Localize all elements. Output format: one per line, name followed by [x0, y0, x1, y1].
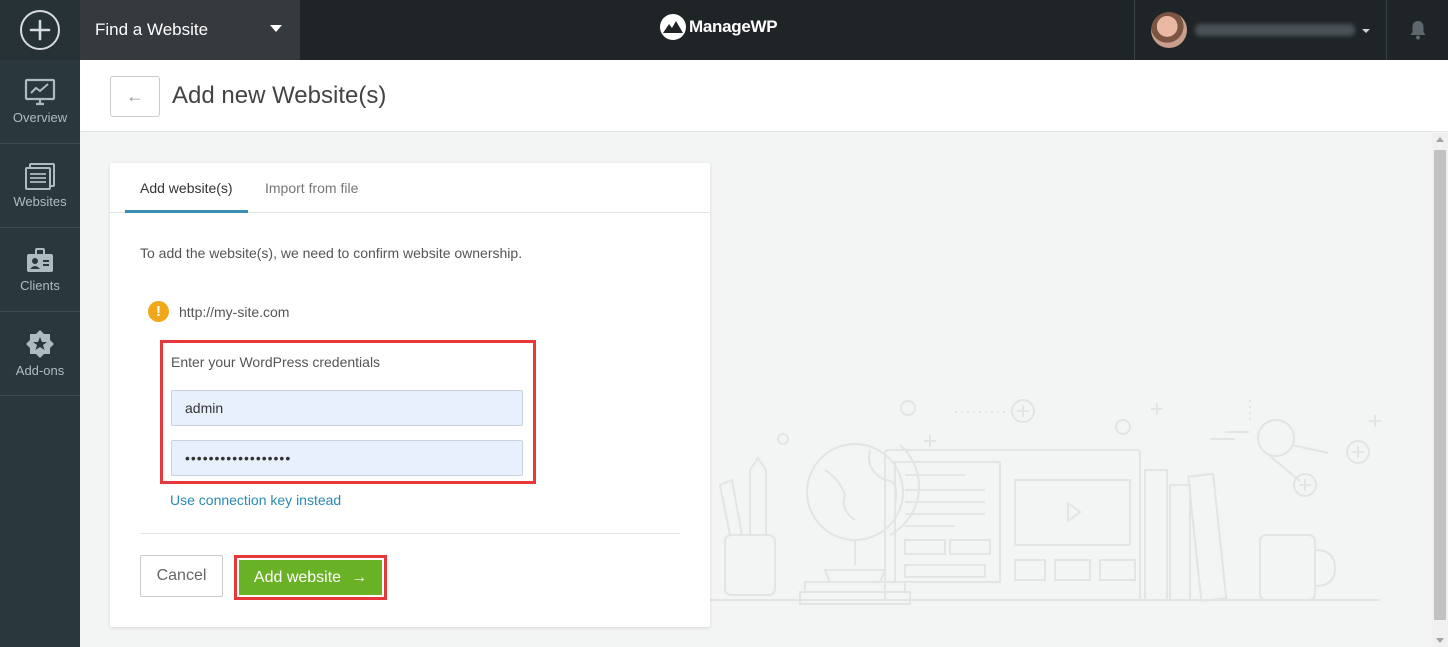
add-website-button[interactable]: Add website → [239, 560, 382, 595]
add-website-card: Add website(s) Import from file To add t… [110, 163, 710, 627]
websites-icon [25, 163, 55, 190]
sidebar-item-label: Clients [20, 278, 60, 293]
tab-add-websites[interactable]: Add website(s) [125, 163, 248, 213]
managewp-logo-icon [660, 14, 686, 40]
add-website-label: Add website [253, 568, 342, 586]
page-title: Add new Website(s) [172, 82, 387, 109]
add-new-button[interactable] [0, 0, 80, 60]
back-arrow-icon: ← [126, 86, 144, 106]
credentials-highlight: Enter your WordPress credentials [160, 340, 536, 484]
site-url: http://my-site.com [179, 303, 290, 320]
office-illustration [639, 399, 1381, 605]
sidebar-item-addons[interactable]: Add-ons [0, 312, 80, 396]
tab-import-from-file[interactable]: Import from file [250, 163, 373, 213]
site-row: ! http://my-site.com [148, 301, 289, 322]
scroll-down-arrow-icon[interactable] [1436, 638, 1444, 643]
plus-icon [20, 10, 60, 50]
user-menu[interactable] [1134, 0, 1386, 60]
sidebar-item-overview[interactable]: Overview [0, 60, 80, 144]
tab-bar: Add website(s) Import from file [110, 163, 710, 213]
website-selector[interactable]: Find a Website [80, 0, 300, 60]
top-bar: Find a Website ManageWP [0, 0, 1448, 60]
add-website-highlight: Add website → [234, 555, 387, 600]
user-name-blurred [1195, 24, 1355, 36]
clients-icon [27, 248, 53, 272]
back-button[interactable]: ← [110, 76, 160, 117]
sidebar-item-label: Overview [12, 110, 68, 125]
page-header: ← Add new Website(s) [80, 60, 1448, 132]
credentials-label: Enter your WordPress credentials [171, 354, 381, 370]
intro-text: To add the website(s), we need to confir… [140, 245, 523, 261]
caret-down-icon [1362, 29, 1370, 33]
warning-icon: ! [148, 301, 169, 322]
sidebar-item-label: Add-ons [15, 363, 65, 378]
sidebar-item-clients[interactable]: Clients [0, 228, 80, 312]
divider [140, 533, 680, 534]
caret-down-icon [270, 25, 282, 32]
arrow-right-icon: → [351, 568, 368, 586]
brand-name: ManageWP [689, 17, 778, 36]
use-connection-key-link[interactable]: Use connection key instead [170, 492, 341, 508]
avatar [1151, 12, 1187, 48]
addons-star-icon [26, 330, 54, 358]
chart-monitor-icon [24, 78, 56, 106]
cancel-button[interactable]: Cancel [140, 555, 223, 597]
sidebar: Overview Websites Clients Add-ons [0, 60, 80, 647]
sidebar-item-websites[interactable]: Websites [0, 144, 80, 228]
bell-icon [1410, 21, 1425, 40]
scroll-up-arrow-icon[interactable] [1436, 137, 1444, 142]
brand-logo[interactable]: ManageWP [660, 14, 778, 40]
password-field[interactable] [171, 440, 523, 476]
scrollbar[interactable] [1432, 133, 1448, 647]
notifications-button[interactable] [1386, 0, 1448, 60]
website-selector-label: Find a Website [95, 20, 209, 39]
scrollbar-thumb[interactable] [1434, 150, 1446, 620]
username-field[interactable] [171, 390, 523, 426]
sidebar-item-label: Websites [13, 194, 67, 209]
